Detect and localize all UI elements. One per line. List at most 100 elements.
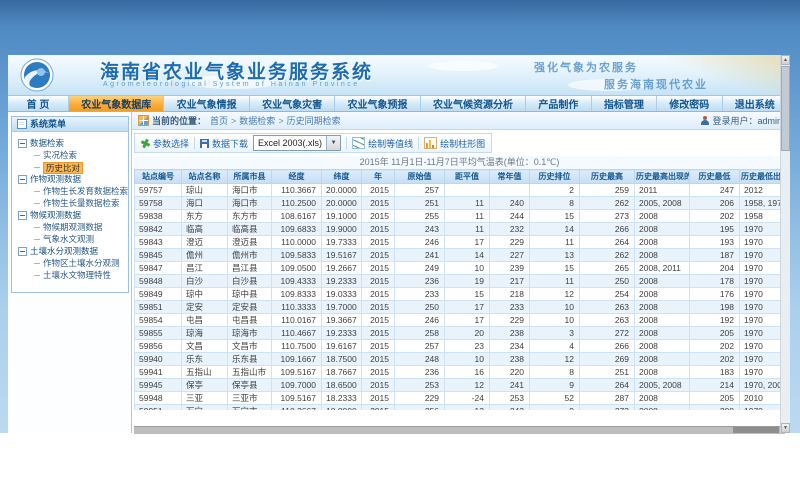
table-cell: 琼海市 [228,327,272,340]
sidebar-item[interactable]: 土壤水分观测数据 [12,246,128,257]
table-row[interactable]: 59757琼山海口市110.366720.0000201525722592011… [135,184,788,197]
breadcrumb-separator: > [278,116,283,126]
vertical-scrollbar-thumb[interactable] [781,66,790,151]
table-cell: 253 [395,379,445,392]
table-cell: 59842 [135,223,182,236]
table-row[interactable]: 59847昌江昌江县109.050019.2667201524910239152… [135,262,788,275]
table-cell: 187 [690,249,740,262]
table-row[interactable]: 59945保亭保亭县109.700018.6500201525312241926… [135,379,788,392]
table-cell: 2015 [362,288,395,301]
tree-item-label: 土壤水文物理特性 [43,270,111,281]
content-area: 系统菜单 数据检索实况检索历史比对作物观测数据作物生长发育数据检索作物生长量数据… [8,112,788,433]
tree-leaf-icon [34,155,40,156]
chevron-down-icon[interactable]: ▼ [326,136,340,150]
table-row[interactable]: 59842临高临高县109.683319.9000201524311232142… [135,223,788,236]
table-cell: 11 [445,223,490,236]
tree-collapse-icon[interactable] [18,175,27,184]
table-row[interactable]: 59851定安定安县110.333319.7000201525017233102… [135,301,788,314]
tree-collapse-icon[interactable] [18,211,27,220]
breadcrumb-item[interactable]: 数据检索 [239,116,275,126]
table-cell: 262 [580,249,635,262]
sidebar-item[interactable]: 作物区土壤水分观测 [12,258,128,269]
param-select-button[interactable]: 参数选择 [141,137,189,150]
draw-contour-button[interactable]: 绘制等值线 [352,137,413,150]
sidebar-item[interactable]: 实况检索 [12,150,128,161]
sidebar-header: 系统菜单 [12,117,128,132]
param-select-label: 参数选择 [153,137,189,150]
cloud-decoration [428,61,498,71]
sidebar-item[interactable]: 土壤水文物理特性 [12,270,128,281]
table-row[interactable]: 59845儋州儋州市109.583319.5167201524114227132… [135,249,788,262]
table-cell: 16 [445,366,490,379]
nav-tab-9[interactable]: 退出系统 [723,96,788,111]
nav-tab-2[interactable]: 农业气象情报 [164,96,249,111]
table-cell: 2008 [635,249,690,262]
table-cell: 248 [395,353,445,366]
horizontal-scrollbar[interactable] [134,426,785,434]
sidebar-item[interactable]: 作物生长发育数据检索 [12,186,128,197]
table-cell: 2015 [362,301,395,314]
tree-item-label: 实况检索 [43,150,77,161]
scroll-up-arrow-icon[interactable]: ▲ [781,55,790,65]
sidebar-item[interactable]: 数据检索 [12,138,128,149]
table-cell: 乐东 [182,353,228,366]
table-cell: 10 [445,262,490,275]
table-row[interactable]: 59843澄迈澄迈县110.000019.7333201524617229112… [135,236,788,249]
table-cell: 临高县 [228,223,272,236]
sidebar-tree: 数据检索实况检索历史比对作物观测数据作物生长发育数据检索作物生长量数据检索物候观… [12,138,128,281]
nav-tab-3[interactable]: 农业气象灾害 [250,96,335,111]
nav-tab-5[interactable]: 农业气候资源分析 [421,96,526,111]
table-row[interactable]: 59940乐东乐东县109.166718.7500201524810238122… [135,353,788,366]
table-cell: 236 [395,275,445,288]
column-header: 站点名称 [182,170,228,184]
table-row[interactable]: 59849琼中琼中县109.833319.0333201523315218122… [135,288,788,301]
table-cell: 2008 [635,353,690,366]
nav-tab-4[interactable]: 农业气象预报 [335,96,420,111]
nav-tab-7[interactable]: 指标管理 [592,96,657,111]
table-cell: 儋州 [182,249,228,262]
table-cell: 59838 [135,210,182,223]
horizontal-scrollbar-thumb[interactable] [733,427,779,433]
tree-leaf-icon [34,167,40,168]
table-row[interactable]: 59854屯昌屯昌县110.016719.3667201524617229102… [135,314,788,327]
table-cell: 264 [580,236,635,249]
table-row[interactable]: 59948三亚三亚市109.516718.23332015229-2425352… [135,392,788,405]
export-format-select[interactable]: Excel 2003(.xls) ▼ [253,135,341,151]
breadcrumb-item[interactable]: 首页 [210,116,228,126]
draw-barchart-button[interactable]: 绘制柱形图 [424,137,485,150]
sidebar-item[interactable]: 物候观测数据 [12,210,128,221]
tree-collapse-icon[interactable] [18,247,27,256]
table-cell: 178 [690,275,740,288]
sidebar-item[interactable]: 物候期观测数据 [12,222,128,233]
scroll-down-arrow-icon[interactable]: ▼ [781,423,790,433]
nav-tab-0[interactable]: 首 页 [8,96,69,111]
table-cell: 昌江 [182,262,228,275]
nav-tab-8[interactable]: 修改密码 [657,96,722,111]
data-table: 站点编号站点名称所属市县经度纬度年原始值距平值常年值历史排位历史最高历史最高出现… [134,169,787,410]
table-cell: 257 [395,340,445,353]
table-row[interactable]: 59856文昌文昌市110.750019.6167201525723234426… [135,340,788,353]
sidebar-item[interactable]: 气象水文观测 [12,234,128,245]
table-row[interactable]: 59855琼海琼海市110.466719.2333201525820238327… [135,327,788,340]
table-cell: 205 [690,327,740,340]
table-cell: 4 [530,340,580,353]
table-cell: 15 [530,262,580,275]
sidebar-item[interactable]: 作物生长量数据检索 [12,198,128,209]
tree-collapse-icon[interactable] [18,139,27,148]
table-cell: 229 [490,236,530,249]
column-header: 纬度 [322,170,362,184]
nav-tab-1[interactable]: 农业气象数据库 [69,96,164,111]
table-row[interactable]: 59838东方东方市108.616719.1000201525511244152… [135,210,788,223]
table-row[interactable]: 59951万宁万宁市110.366718.8000201525613243927… [135,405,788,411]
breadcrumb-item[interactable]: 历史同期检索 [287,116,341,126]
table-row[interactable]: 59941五指山五指山市109.516718.76672015236162208… [135,366,788,379]
nav-tab-6[interactable]: 产品制作 [526,96,591,111]
table-cell: 250 [580,275,635,288]
table-row[interactable]: 59758海口海口市110.250020.0000201525111240826… [135,197,788,210]
sidebar-item[interactable]: 历史比对 [12,162,128,173]
vertical-scrollbar[interactable]: ▲ ▼ [780,55,790,433]
table-row[interactable]: 59848白沙白沙县109.433319.2333201523619217112… [135,275,788,288]
data-download-button[interactable]: 数据下载 [200,137,248,150]
draw-contour-label: 绘制等值线 [368,137,413,150]
sidebar-item[interactable]: 作物观测数据 [12,174,128,185]
